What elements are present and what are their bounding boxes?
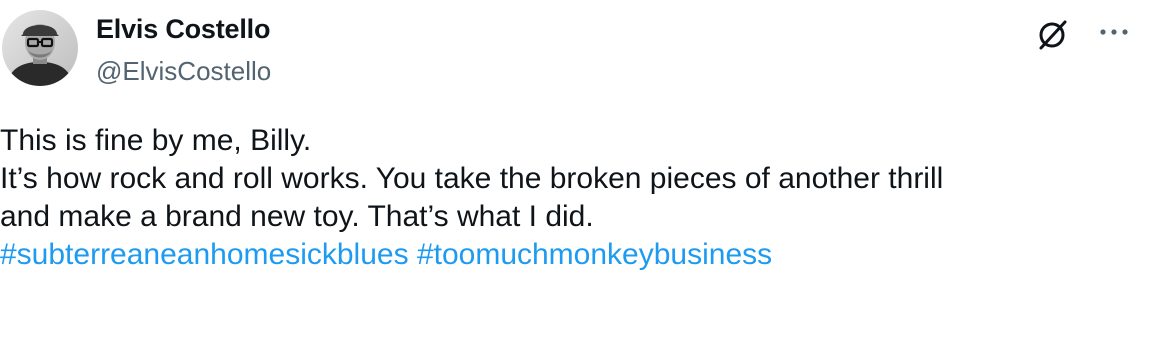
avatar-photo <box>2 10 78 86</box>
author-display-name[interactable]: Elvis Costello <box>96 14 270 45</box>
hashtag-link[interactable]: #subterreaneanhomesickblues <box>0 238 409 271</box>
hashtag-line: #subterreaneanhomesickblues #toomuchmonk… <box>0 236 1150 274</box>
tweet-card: Elvis Costello @ElvisCostello This is fi… <box>0 0 1158 340</box>
ellipsis-icon <box>1100 29 1128 35</box>
tweet-text-line-3: and make a brand new toy. That’s what I … <box>0 200 594 233</box>
grok-button[interactable] <box>1030 14 1074 54</box>
grok-slash-circle-icon <box>1039 20 1067 50</box>
avatar[interactable] <box>2 10 78 86</box>
more-options-button[interactable] <box>1092 14 1136 50</box>
tweet-text-line-1: This is fine by me, Billy. <box>0 124 312 157</box>
author-handle[interactable]: @ElvisCostello <box>96 56 271 87</box>
tweet-text: This is fine by me, Billy. It’s how rock… <box>0 122 1150 274</box>
hashtag-link[interactable]: #toomuchmonkeybusiness <box>417 238 772 271</box>
tweet-text-line-2: It’s how rock and roll works. You take t… <box>0 162 944 195</box>
